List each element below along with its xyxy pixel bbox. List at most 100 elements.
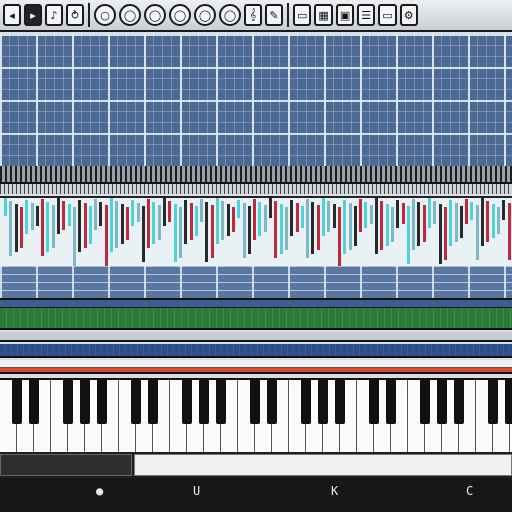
- note-bar[interactable]: [290, 200, 294, 236]
- note-bar[interactable]: [242, 203, 246, 258]
- note-bar[interactable]: [412, 199, 416, 250]
- note-bar[interactable]: [14, 204, 18, 252]
- track-lane-blue-2[interactable]: [0, 344, 512, 358]
- status-u-icon[interactable]: U: [193, 484, 200, 498]
- note-bar[interactable]: [25, 200, 29, 234]
- note-bar[interactable]: [364, 202, 368, 228]
- play-button[interactable]: ▸: [24, 4, 42, 26]
- note-bar[interactable]: [406, 206, 410, 264]
- note-bar[interactable]: [94, 199, 98, 230]
- black-key[interactable]: [437, 380, 447, 424]
- status-dot-icon[interactable]: ●: [96, 484, 103, 498]
- note-bar[interactable]: [247, 206, 251, 254]
- note-bar[interactable]: [311, 202, 315, 254]
- note-bar[interactable]: [157, 205, 161, 240]
- status-end-icon[interactable]: C: [466, 484, 473, 498]
- note-bar[interactable]: [30, 203, 34, 230]
- note-bar[interactable]: [173, 204, 177, 262]
- black-key[interactable]: [505, 380, 512, 424]
- note-bar[interactable]: [125, 207, 129, 240]
- note-bar[interactable]: [163, 198, 166, 226]
- note-bar[interactable]: [496, 207, 500, 234]
- note-bar[interactable]: [491, 204, 495, 238]
- note-bar[interactable]: [147, 199, 151, 248]
- note-bar[interactable]: [459, 206, 463, 238]
- note-bar[interactable]: [438, 204, 442, 264]
- black-key[interactable]: [420, 380, 430, 424]
- note-bar[interactable]: [46, 202, 50, 252]
- track-lane-gray[interactable]: [0, 332, 512, 342]
- note-bar[interactable]: [274, 201, 278, 258]
- black-key[interactable]: [318, 380, 328, 424]
- note-bar[interactable]: [385, 204, 389, 246]
- note-bar[interactable]: [99, 202, 103, 226]
- note-bar[interactable]: [396, 200, 400, 228]
- note-bar[interactable]: [237, 200, 241, 218]
- black-key[interactable]: [216, 380, 226, 424]
- note-bar[interactable]: [88, 206, 92, 244]
- note-bar[interactable]: [231, 207, 235, 232]
- note-bar[interactable]: [353, 206, 357, 246]
- black-key[interactable]: [267, 380, 277, 424]
- note-bar[interactable]: [41, 199, 45, 256]
- rewind-button[interactable]: ◂: [3, 4, 21, 26]
- black-key[interactable]: [301, 380, 311, 424]
- black-key[interactable]: [97, 380, 107, 424]
- note-bar[interactable]: [4, 198, 7, 216]
- window-button[interactable]: ▭: [378, 4, 397, 26]
- track-lane-blue[interactable]: [0, 300, 512, 308]
- note-bar[interactable]: [332, 204, 336, 228]
- status-k-icon[interactable]: K: [331, 484, 338, 498]
- note-bar[interactable]: [136, 203, 140, 222]
- black-key[interactable]: [12, 380, 22, 424]
- note-bar[interactable]: [475, 205, 479, 260]
- note-track[interactable]: [0, 196, 512, 270]
- note-bar[interactable]: [295, 203, 299, 232]
- timeline-ruler[interactable]: [0, 166, 512, 184]
- note-bar[interactable]: [9, 201, 13, 256]
- black-key[interactable]: [335, 380, 345, 424]
- knob-4[interactable]: ◯: [194, 4, 216, 26]
- record-button[interactable]: ○: [94, 4, 116, 26]
- note-bar[interactable]: [72, 207, 76, 266]
- knob-3[interactable]: ◯: [169, 4, 191, 26]
- black-key[interactable]: [63, 380, 73, 424]
- note-bar[interactable]: [19, 207, 23, 248]
- note-bar[interactable]: [327, 201, 331, 232]
- note-bar[interactable]: [465, 199, 469, 224]
- note-bar[interactable]: [443, 207, 447, 260]
- note-bar[interactable]: [316, 205, 320, 250]
- note-bar[interactable]: [422, 205, 426, 242]
- knob-5[interactable]: ◯: [219, 4, 241, 26]
- note-bar[interactable]: [359, 199, 363, 232]
- note-bar[interactable]: [322, 198, 325, 236]
- note-bar[interactable]: [417, 202, 421, 246]
- grid-button[interactable]: ▦: [314, 4, 333, 26]
- note-bar[interactable]: [57, 198, 60, 234]
- black-key[interactable]: [369, 380, 379, 424]
- black-key[interactable]: [488, 380, 498, 424]
- black-key[interactable]: [199, 380, 209, 424]
- note-bar[interactable]: [178, 207, 182, 258]
- note-bar[interactable]: [221, 201, 225, 240]
- note-bar[interactable]: [104, 205, 108, 266]
- black-key[interactable]: [29, 380, 39, 424]
- note-bar[interactable]: [481, 198, 484, 246]
- playhead-bar[interactable]: [0, 368, 512, 374]
- note-bar[interactable]: [284, 207, 288, 250]
- panel-button[interactable]: ▣: [335, 4, 355, 26]
- black-key[interactable]: [131, 380, 141, 424]
- note-bar[interactable]: [115, 201, 119, 248]
- settings-button[interactable]: ⚙: [399, 4, 418, 26]
- note-bar[interactable]: [375, 198, 378, 254]
- note-bar[interactable]: [369, 205, 373, 224]
- piano-keyboard[interactable]: [0, 378, 512, 457]
- note-bar[interactable]: [200, 199, 204, 222]
- note-bar[interactable]: [78, 200, 82, 252]
- note-bar[interactable]: [337, 207, 341, 268]
- note-bar[interactable]: [343, 200, 347, 254]
- note-bar[interactable]: [390, 207, 394, 242]
- note-bar[interactable]: [258, 202, 262, 236]
- note-bar[interactable]: [216, 198, 219, 244]
- note-bar[interactable]: [168, 201, 172, 222]
